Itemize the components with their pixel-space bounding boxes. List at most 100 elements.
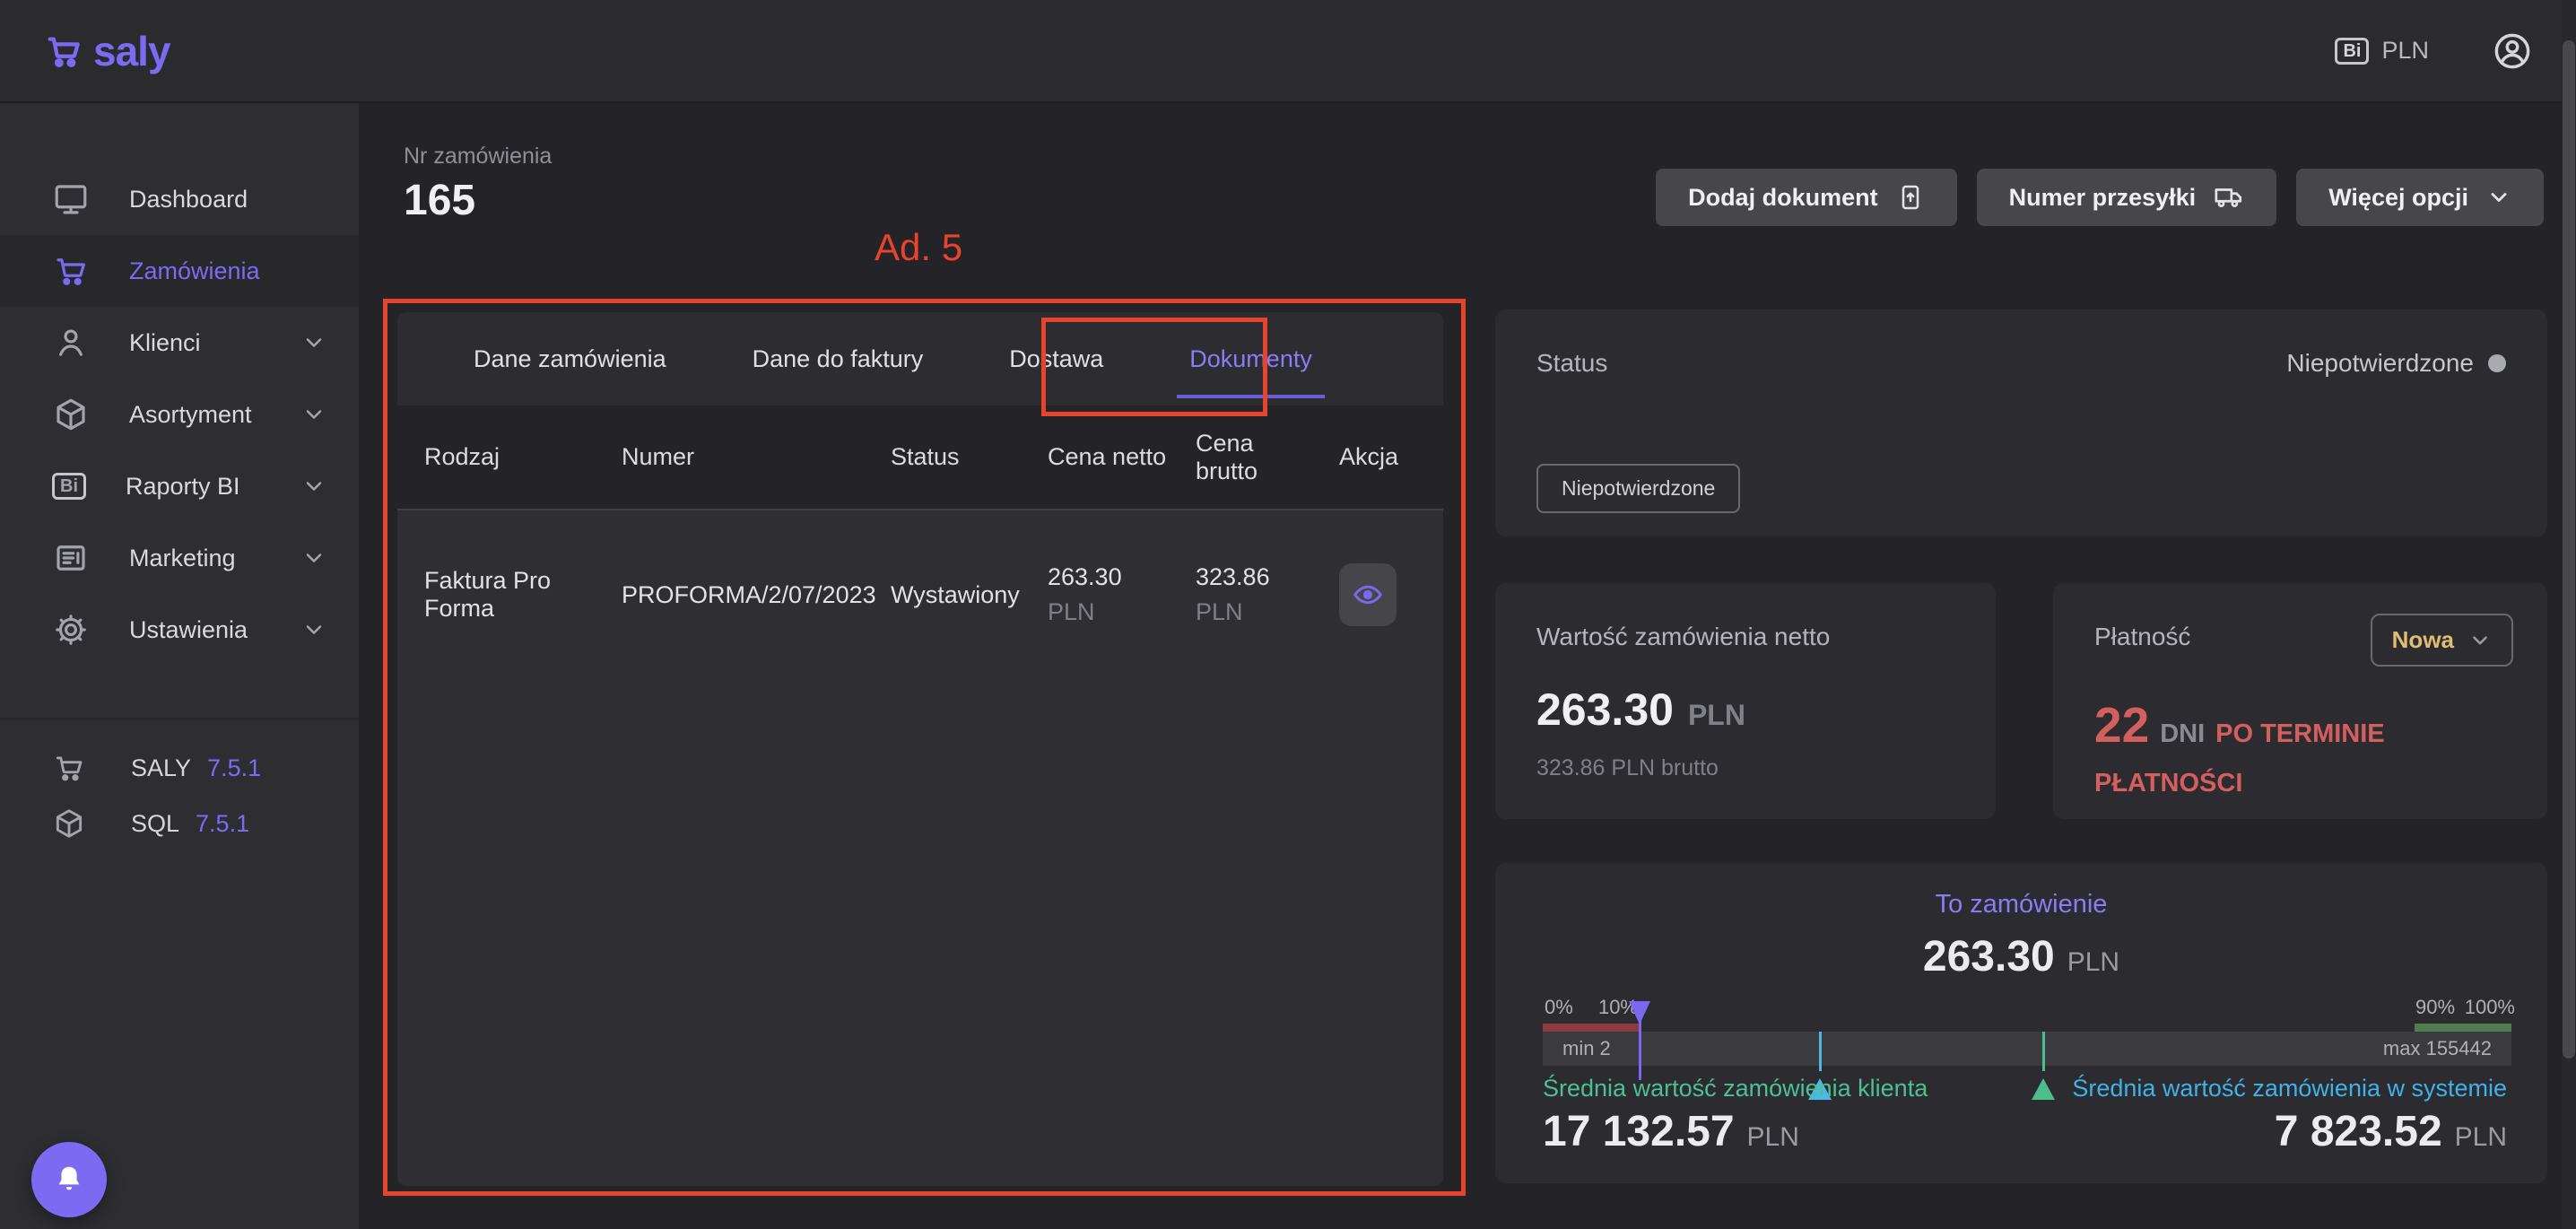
sidebar-item-label: Dashboard — [129, 186, 248, 214]
column-header: Status — [891, 443, 1048, 471]
sidebar-item-asortyment[interactable]: Asortyment — [0, 379, 359, 450]
documents-table-header: Rodzaj Numer Status Cena netto Cena brut… — [397, 405, 1443, 509]
scale-0-label: 0% — [1545, 996, 1573, 1019]
document-type-cell: Faktura Pro Forma — [424, 567, 622, 623]
sidebar-item-label: Klienci — [129, 329, 201, 357]
status-card-title: Status — [1536, 349, 1607, 378]
this-order-value: 263.30 PLN — [1495, 932, 2547, 981]
sidebar-item-raporty-bi[interactable]: Bi Raporty BI — [0, 450, 359, 522]
sidebar-item-zamowienia[interactable]: Zamówienia — [0, 235, 359, 307]
column-header: Akcja — [1303, 443, 1443, 471]
tab-dane-do-faktury[interactable]: Dane do faktury — [709, 312, 967, 405]
person-icon — [52, 324, 90, 362]
add-document-button[interactable]: Dodaj dokument — [1656, 169, 1957, 226]
sidebar-item-klienci[interactable]: Klienci — [0, 307, 359, 379]
status-value: Niepotwierdzone — [2286, 349, 2506, 378]
payment-status-dropdown[interactable]: Nowa — [2371, 614, 2513, 667]
order-net-value-card: Wartość zamówienia netto 263.30 PLN 323.… — [1495, 583, 1996, 819]
saly-version-number: 7.5.1 — [207, 754, 261, 782]
gross-value-note: 323.86 PLN brutto — [1536, 755, 1954, 781]
client-avg-marker-line — [2042, 1032, 2045, 1071]
truck-icon — [2214, 182, 2244, 213]
system-avg-marker-line — [1819, 1032, 1822, 1071]
column-header: Rodzaj — [424, 443, 622, 471]
topbar: saly Bi PLN — [0, 0, 2576, 103]
currency-selector[interactable]: Bi PLN — [2335, 37, 2429, 65]
net-value-title: Wartość zamówienia netto — [1536, 623, 1954, 651]
more-options-button[interactable]: Więcej opcji — [2296, 169, 2544, 226]
saly-version-row: SALY 7.5.1 — [0, 740, 359, 796]
payment-card: Płatność Nowa 22DNIPO TERMINIE PŁATNOŚCI — [2053, 583, 2547, 819]
document-upload-icon — [1896, 183, 1925, 212]
sidebar-item-label: Raporty BI — [126, 473, 240, 501]
box-icon — [52, 396, 90, 433]
high-range-segment — [2415, 1024, 2511, 1032]
sql-version-name: SQL — [131, 810, 179, 838]
chevron-down-icon — [301, 330, 326, 355]
gear-icon — [52, 611, 90, 649]
chevron-down-icon — [301, 617, 326, 642]
system-avg-label: Średnia wartość zamówienia w systemie — [2072, 1075, 2507, 1103]
cart-logo-icon — [43, 31, 84, 72]
chevron-down-icon — [301, 474, 326, 499]
sql-version-row: SQL 7.5.1 — [0, 796, 359, 851]
cart-icon — [52, 252, 90, 290]
bell-icon — [52, 1163, 86, 1197]
newspaper-icon — [52, 539, 90, 577]
this-order-label: To zamówienie — [1495, 890, 2547, 920]
tab-dostawa[interactable]: Dostawa — [966, 312, 1146, 405]
column-header: Cena brutto — [1196, 430, 1303, 485]
document-status-cell: Wystawiony — [891, 581, 1048, 609]
gauge-max-label: max 155442 — [2383, 1037, 2492, 1060]
bi-reports-icon: Bi — [52, 473, 86, 500]
cart-icon — [52, 751, 88, 785]
low-range-segment — [1543, 1024, 1640, 1032]
sql-version-number: 7.5.1 — [196, 810, 249, 838]
order-number-label: Nr zamówienia — [404, 144, 552, 170]
chevron-down-icon — [2486, 185, 2511, 210]
tab-dane-zamowienia[interactable]: Dane zamówienia — [431, 312, 709, 405]
sidebar-item-dashboard[interactable]: Dashboard — [0, 163, 359, 235]
logo[interactable]: saly — [43, 27, 170, 75]
system-avg-value: 7 823.52 PLN — [2275, 1107, 2507, 1156]
active-tab-underline — [1177, 395, 1325, 398]
sidebar-item-ustawienia[interactable]: Ustawienia — [0, 594, 359, 666]
chevron-down-icon — [2468, 629, 2492, 652]
column-header: Cena netto — [1048, 443, 1196, 471]
currency-icon: Bi — [2335, 38, 2369, 65]
column-header: Numer — [622, 443, 891, 471]
document-number-cell: PROFORMA/2/07/2023 — [622, 581, 891, 609]
account-icon[interactable] — [2492, 31, 2533, 72]
annotation-rect-main: Dane zamówienia Dane do faktury Dostawa … — [383, 299, 1466, 1196]
eye-icon — [1352, 579, 1384, 611]
client-avg-value: 17 132.57 PLN — [1543, 1107, 1799, 1156]
table-row: Faktura Pro Forma PROFORMA/2/07/2023 Wys… — [397, 510, 1443, 654]
sidebar-item-label: Marketing — [129, 545, 236, 572]
version-info: SALY 7.5.1 SQL 7.5.1 — [0, 740, 359, 851]
net-value-amount: 263.30 — [1536, 684, 1674, 736]
status-chip-niepotwierdzone[interactable]: Niepotwierdzone — [1536, 464, 1740, 513]
status-dot-icon — [2488, 354, 2506, 372]
sidebar-divider — [0, 718, 359, 719]
box-icon — [52, 806, 88, 841]
sidebar: Dashboard Zamówienia Klienci — [0, 103, 359, 1229]
scrollbar-thumb[interactable] — [2563, 40, 2575, 1059]
scrollbar — [2562, 0, 2576, 1229]
saly-version-name: SALY — [131, 754, 191, 782]
header-actions: Dodaj dokument Numer przesyłki Więcej op… — [1656, 169, 2544, 226]
chevron-down-icon — [301, 402, 326, 427]
chevron-down-icon — [301, 545, 326, 571]
app-window: saly Bi PLN — [0, 0, 2576, 1229]
notifications-bell-button[interactable] — [31, 1142, 107, 1217]
tab-dokumenty[interactable]: Dokumenty — [1146, 312, 1355, 405]
net-price-cell: 263.30 PLN — [1048, 563, 1196, 626]
order-number-value: 165 — [404, 176, 475, 225]
sidebar-item-label: Ustawienia — [129, 616, 248, 644]
client-avg-marker-icon — [2032, 1078, 2055, 1100]
scale-90-label: 90% — [2415, 996, 2455, 1019]
preview-document-button[interactable] — [1339, 563, 1397, 626]
order-value-gauge-card: To zamówienie 263.30 PLN 0% 10% 90% 100%… — [1495, 863, 2547, 1183]
scale-100-label: 100% — [2465, 996, 2515, 1019]
tracking-number-button[interactable]: Numer przesyłki — [1977, 169, 2277, 226]
sidebar-item-marketing[interactable]: Marketing — [0, 522, 359, 594]
